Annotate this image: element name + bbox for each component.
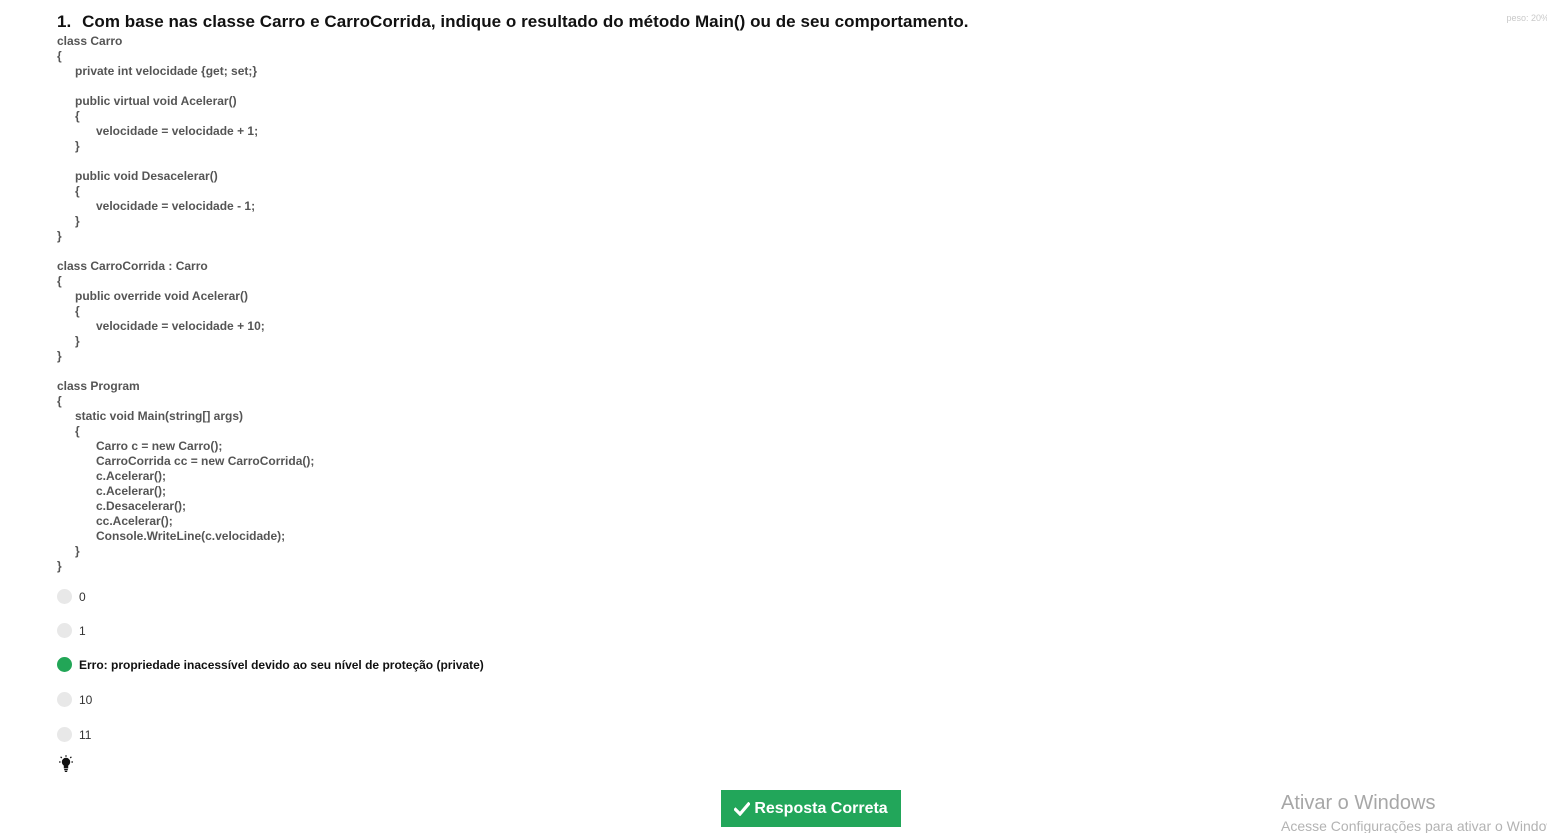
code-line: }: [75, 334, 80, 348]
code-line: }: [75, 139, 80, 153]
code-line: CarroCorrida cc = new CarroCorrida();: [96, 454, 315, 468]
question-text: Com base nas classe Carro e CarroCorrida…: [82, 12, 969, 31]
radio-button[interactable]: [57, 727, 72, 742]
option-label: 1: [79, 623, 86, 638]
question-title: 1. Com base nas classe Carro e CarroCorr…: [57, 12, 969, 32]
check-icon: [734, 801, 751, 816]
radio-button-selected[interactable]: [57, 657, 72, 672]
code-line: }: [57, 229, 62, 243]
answer-button-label: Resposta Correta: [754, 799, 888, 817]
code-line: }: [57, 559, 62, 573]
option-1[interactable]: 1: [57, 623, 86, 638]
radio-button[interactable]: [57, 623, 72, 638]
code-line: {: [57, 49, 62, 63]
code-line: {: [75, 304, 80, 318]
code-line: {: [75, 184, 80, 198]
code-line: }: [75, 544, 80, 558]
code-line: Console.WriteLine(c.velocidade);: [96, 529, 286, 543]
lightbulb-icon[interactable]: [58, 755, 74, 773]
code-line: class Program: [57, 379, 140, 393]
option-error[interactable]: Erro: propriedade inacessível devido ao …: [57, 657, 484, 672]
option-0[interactable]: 0: [57, 589, 86, 604]
code-line: {: [57, 394, 62, 408]
question-weight: peso: 20%: [1506, 13, 1547, 23]
option-label: 11: [79, 727, 92, 742]
code-line: cc.Acelerar();: [96, 514, 173, 528]
option-10[interactable]: 10: [57, 692, 92, 707]
code-line: class CarroCorrida : Carro: [57, 259, 208, 273]
code-line: private int velocidade {get; set;}: [75, 64, 258, 78]
code-block: class Carro { private int velocidade {ge…: [57, 34, 314, 574]
question-number: 1.: [57, 12, 72, 31]
windows-activation-subtitle: Acesse Configurações para ativar o Windo…: [1281, 818, 1547, 833]
code-line: c.Acelerar();: [96, 484, 167, 498]
code-line: }: [57, 349, 62, 363]
code-line: velocidade = velocidade + 1;: [96, 124, 259, 138]
correct-answer-button[interactable]: Resposta Correta: [721, 790, 901, 827]
windows-activation-title: Ativar o Windows: [1281, 792, 1436, 814]
code-line: static void Main(string[] args): [75, 409, 244, 423]
option-label: 0: [79, 589, 86, 604]
code-line: public override void Acelerar(): [75, 289, 248, 303]
code-line: {: [75, 109, 80, 123]
radio-button[interactable]: [57, 692, 72, 707]
code-line: }: [75, 214, 80, 228]
code-line: public void Desacelerar(): [75, 169, 218, 183]
code-line: velocidade = velocidade - 1;: [96, 199, 256, 213]
radio-button[interactable]: [57, 589, 72, 604]
code-line: {: [57, 274, 62, 288]
code-line: {: [75, 424, 80, 438]
option-11[interactable]: 11: [57, 727, 91, 742]
option-label: 10: [79, 692, 93, 707]
code-line: c.Desacelerar();: [96, 499, 187, 513]
code-line: class Carro: [57, 34, 123, 48]
option-label: Erro: propriedade inacessível devido ao …: [79, 657, 484, 672]
code-line: public virtual void Acelerar(): [75, 94, 237, 108]
code-line: velocidade = velocidade + 10;: [96, 319, 265, 333]
code-line: c.Acelerar();: [96, 469, 167, 483]
code-line: Carro c = new Carro();: [96, 439, 223, 453]
